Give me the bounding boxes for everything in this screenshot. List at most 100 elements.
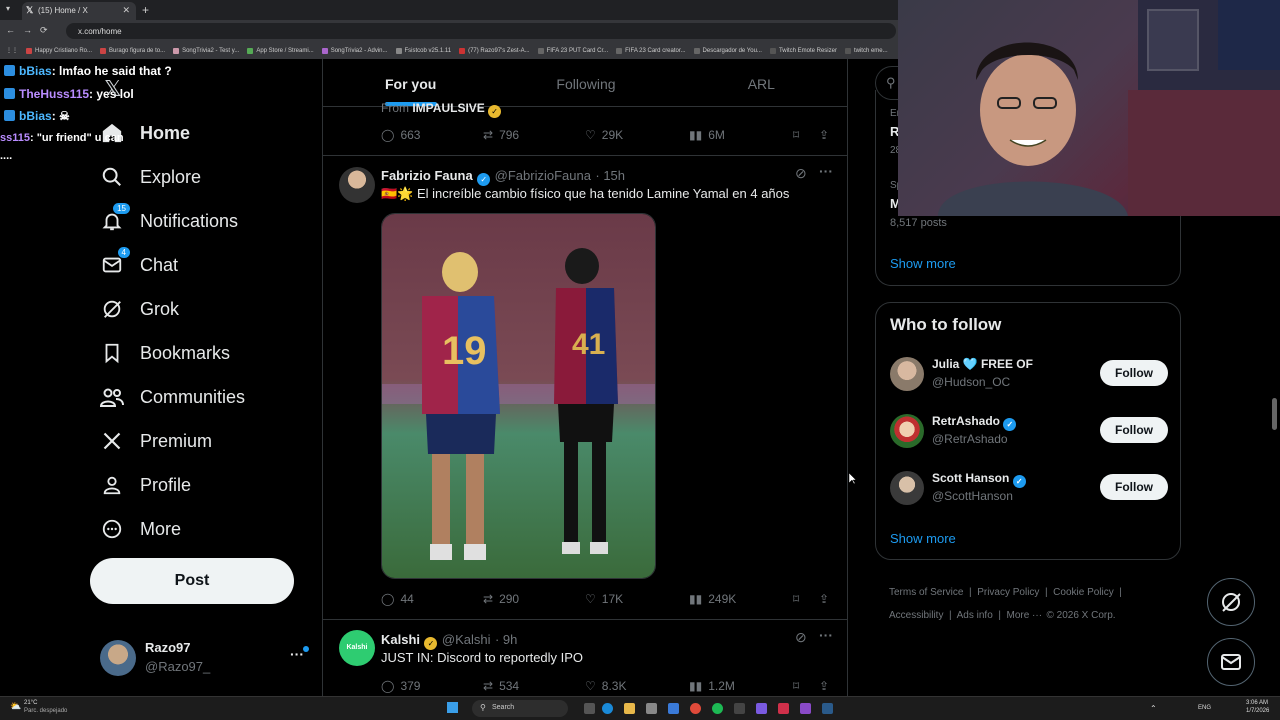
views-button[interactable]: ▮▮ 6M <box>689 128 725 142</box>
bookmark-button[interactable]: ⌑ <box>793 592 799 606</box>
nav-chat[interactable]: 4 Chat <box>100 247 178 283</box>
grok-icon[interactable]: ⊘ <box>795 629 807 646</box>
bookmark-item[interactable]: FIFA 23 PUT Card Cr... <box>537 47 608 54</box>
grok-icon[interactable]: ⊘ <box>795 165 807 182</box>
tab-arl[interactable]: ARL <box>674 59 847 106</box>
follow-button[interactable]: Follow <box>1100 417 1168 443</box>
spotify-icon[interactable] <box>712 703 723 714</box>
task-view-icon[interactable] <box>584 703 595 714</box>
show-more-trends-link[interactable]: Show more <box>890 256 956 271</box>
nav-profile[interactable]: Profile <box>100 467 191 503</box>
accessibility-link[interactable]: Accessibility <box>889 610 943 621</box>
tweet-author-handle[interactable]: @FabrizioFauna <box>495 168 591 183</box>
discord-icon[interactable] <box>756 703 767 714</box>
tweet-author-name[interactable]: Kalshi <box>381 632 420 647</box>
bookmark-item[interactable]: Twitch Emote Resizer <box>769 47 837 54</box>
bookmark-item[interactable]: Burago figura de to... <box>100 47 165 54</box>
clock-time[interactable]: 3:06 AM <box>1246 700 1268 706</box>
weather-temp[interactable]: 21°C <box>24 700 37 706</box>
repost-button[interactable]: ⇄ 290 <box>483 592 519 606</box>
apps-icon[interactable]: ⋮⋮ <box>6 47 18 54</box>
follow-button[interactable]: Follow <box>1100 474 1168 500</box>
grok-floating-button[interactable] <box>1207 578 1255 626</box>
app-icon[interactable] <box>778 703 789 714</box>
nav-notifications[interactable]: 15 Notifications <box>100 203 238 239</box>
more-dots-icon[interactable]: ··· <box>819 163 833 179</box>
chrome-icon[interactable] <box>690 703 701 714</box>
x-logo-icon[interactable]: 𝕏 <box>104 76 122 102</box>
follow-suggestion[interactable]: Julia 🩵 FREE OF @Hudson_OC Follow <box>890 355 1170 395</box>
folder-icon[interactable] <box>624 703 635 714</box>
bookmark-item[interactable]: twitch eme... <box>844 47 888 54</box>
repost-button[interactable]: ⇄ 534 <box>483 679 519 693</box>
more-link[interactable]: More ··· <box>1007 610 1043 621</box>
reply-button[interactable]: ◯ 663 <box>381 128 420 142</box>
tweet-time[interactable]: · 15h <box>595 168 625 183</box>
nav-bookmarks[interactable]: Bookmarks <box>100 335 230 371</box>
windows-start-icon[interactable] <box>447 702 458 713</box>
bookmark-item[interactable]: FIFA 23 Card creator... <box>616 47 686 54</box>
repost-button[interactable]: ⇄ 796 <box>483 128 519 142</box>
views-button[interactable]: ▮▮ 1.2M <box>689 679 735 693</box>
reply-button[interactable]: ◯ 379 <box>381 679 420 693</box>
ads-info-link[interactable]: Ads info <box>957 610 993 621</box>
privacy-link[interactable]: Privacy Policy <box>977 587 1039 598</box>
weather-desc[interactable]: Parc. despejado <box>24 708 67 714</box>
bookmark-item[interactable]: SongTrivia2 - Test y... <box>173 47 239 54</box>
nav-grok[interactable]: Grok <box>100 291 179 327</box>
messages-floating-button[interactable] <box>1207 638 1255 686</box>
share-button[interactable]: ⇪ <box>819 128 829 142</box>
tweet-image[interactable]: 19 41 <box>381 213 656 579</box>
tab-for-you[interactable]: For you <box>323 59 498 106</box>
more-dots-icon[interactable]: ··· <box>290 646 304 662</box>
follow-suggestion[interactable]: RetrAshado ✓ @RetrAshado Follow <box>890 412 1170 452</box>
bookmark-button[interactable]: ⌑ <box>793 128 799 142</box>
account-switcher[interactable]: Razo97 @Razo97_ ··· <box>100 638 310 678</box>
bookmark-item[interactable]: Happy Cristiano Ro... <box>26 47 92 54</box>
show-more-follow-link[interactable]: Show more <box>890 531 956 546</box>
bookmark-item[interactable]: (77) Razo97's Zest-A... <box>459 47 530 54</box>
more-dots-icon[interactable]: ··· <box>819 627 833 643</box>
nav-premium[interactable]: Premium <box>100 423 212 459</box>
language-indicator[interactable]: ENG <box>1198 705 1211 711</box>
post-button[interactable]: Post <box>90 558 294 604</box>
bookmark-button[interactable]: ⌑ <box>793 679 799 693</box>
app-icon[interactable] <box>734 703 745 714</box>
share-button[interactable]: ⇪ <box>819 679 829 693</box>
tab-list-icon[interactable]: ▾ <box>6 4 10 13</box>
follow-button[interactable]: Follow <box>1100 360 1168 386</box>
kalshi-avatar[interactable]: Kalshi <box>339 630 375 666</box>
edge-icon[interactable] <box>602 703 613 714</box>
bookmark-item[interactable]: Descargador de You... <box>693 47 762 54</box>
url-field[interactable]: x.com/home <box>66 23 896 39</box>
scrollbar-thumb[interactable] <box>1272 398 1277 430</box>
new-tab-button[interactable]: + <box>142 3 149 17</box>
store-icon[interactable] <box>646 703 657 714</box>
views-button[interactable]: ▮▮ 249K <box>689 592 736 606</box>
clock-date[interactable]: 1/7/2026 <box>1246 708 1269 714</box>
nav-more[interactable]: More <box>100 511 181 547</box>
share-button[interactable]: ⇪ <box>819 592 829 606</box>
nav-communities[interactable]: Communities <box>100 379 245 415</box>
steam-icon[interactable] <box>822 703 833 714</box>
close-icon[interactable]: ✕ <box>122 5 130 16</box>
like-button[interactable]: ♡ 8.3K <box>585 679 626 693</box>
nav-explore[interactable]: Explore <box>100 159 201 195</box>
nav-arrows-icon[interactable]: ←→⟳ <box>6 25 56 36</box>
follow-suggestion[interactable]: Scott Hanson ✓ @ScottHanson Follow <box>890 469 1170 509</box>
tweet-time[interactable]: · 9h <box>495 632 517 647</box>
reply-button[interactable]: ◯ 44 <box>381 592 414 606</box>
browser-tab[interactable]: 𝕏 (15) Home / X ✕ <box>22 2 136 20</box>
mail-app-icon[interactable] <box>668 703 679 714</box>
twitch-icon[interactable] <box>800 703 811 714</box>
cookie-link[interactable]: Cookie Policy <box>1053 587 1114 598</box>
bookmark-item[interactable]: Fsistcob v25.1.11 <box>395 47 451 54</box>
tab-following[interactable]: Following <box>498 59 673 106</box>
taskbar-search[interactable]: ⚲ Search <box>472 700 568 717</box>
terms-link[interactable]: Terms of Service <box>889 587 963 598</box>
tray-chevron-icon[interactable]: ⌃ <box>1150 704 1157 713</box>
tweet-author-handle[interactable]: @Kalshi <box>442 632 491 647</box>
weather-icon[interactable]: ⛅ <box>10 701 21 712</box>
like-button[interactable]: ♡ 29K <box>585 128 623 142</box>
bookmark-item[interactable]: SongTrivia2 - Advin... <box>321 47 388 54</box>
